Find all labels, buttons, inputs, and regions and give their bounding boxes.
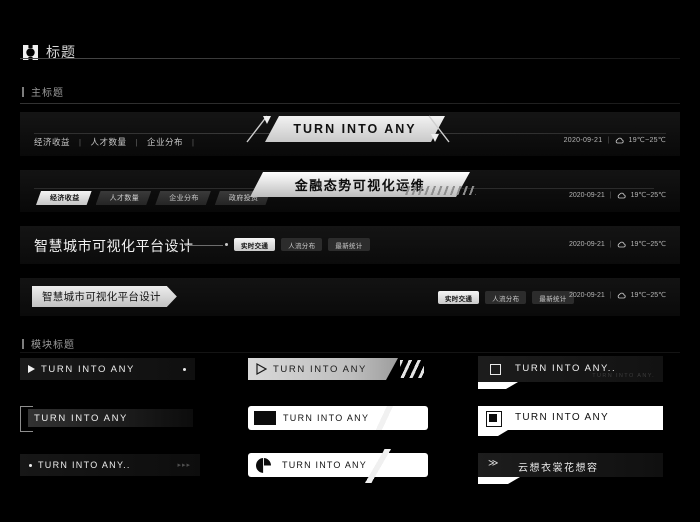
banner4-pill-group[interactable]: 实时交通 人流分布 最新统计 (438, 291, 574, 304)
pill-zuixintongji[interactable]: 最新统计 (532, 291, 574, 304)
module-label: TURN INTO ANY.. (38, 460, 131, 470)
meta-separator: | (609, 291, 612, 299)
module-label: TURN INTO ANY (515, 412, 609, 423)
module-label: TURN INTO ANY (273, 364, 367, 375)
temperature-text: 19℃~25℃ (630, 192, 666, 199)
banner1-title: TURN INTO ANY (293, 122, 417, 136)
section-divider-module (20, 352, 680, 353)
banner-title-pills: 智慧城市可视化平台设计 〉 实时交通 人流分布 最新统计 2020-09-21 … (20, 226, 680, 264)
banner4-meta: 2020-09-21 | 19℃~25℃ (568, 291, 666, 300)
module-card-1[interactable]: TURN INTO ANY (20, 358, 195, 380)
date-text: 2020-09-21 (568, 191, 605, 199)
module-label: TURN INTO ANY (282, 460, 367, 470)
module-label: TURN INTO ANY (41, 364, 135, 375)
cloud-icon (617, 241, 626, 247)
pill-shishijiaotong[interactable]: 实时交通 (234, 238, 276, 251)
cloud-icon (617, 292, 626, 298)
tab-qiyefenbu[interactable]: 企业分布 (155, 191, 211, 205)
section-divider-main (20, 103, 680, 104)
module-label: TURN INTO ANY (34, 413, 128, 424)
tab-jingjishouyi[interactable]: 经济收益 (36, 191, 92, 205)
banner1-title-plate: TURN INTO ANY (246, 115, 450, 144)
module-card-2[interactable]: TURN INTO ANY (248, 358, 424, 380)
banner1-menu-item-0[interactable]: 经济收益 (34, 137, 70, 147)
meta-separator: | (609, 191, 612, 199)
page-title: 标题 (46, 44, 76, 60)
menu-separator: | (191, 137, 195, 147)
pill-renliufenbu[interactable]: 人流分布 (281, 238, 323, 251)
section-tick (22, 87, 24, 97)
banner1-menu[interactable]: 经济收益 | 人才数量 | 企业分布 | (34, 136, 201, 148)
banner-nav-tabs: 经济收益 人才数量 企业分布 政府投资 金融态势可视化运维 2020-09-21… (20, 170, 680, 212)
module-card-6[interactable]: TURN INTO ANY (478, 406, 663, 436)
banner2-tab-group[interactable]: 经济收益 人才数量 企业分布 政府投资 (36, 191, 270, 205)
banner1-menu-item-1[interactable]: 人才数量 (90, 137, 126, 147)
connector-dot (225, 243, 228, 246)
header-divider (20, 58, 680, 59)
temperature-text: 19℃~25℃ (628, 137, 666, 144)
bullet-dot-icon (29, 463, 32, 467)
banner4-title: 智慧城市可视化平台设计 (32, 286, 177, 307)
play-filled-icon (28, 365, 35, 373)
top-bar: 标题 (0, 18, 700, 61)
banner1-menu-item-2[interactable]: 企业分布 (147, 137, 183, 147)
banner-nav-simple: 经济收益 | 人才数量 | 企业分布 | TURN INTO ANY 2020-… (20, 112, 680, 156)
module-card-3[interactable]: TURN INTO ANY.. TURN INTO ANY. (478, 356, 663, 389)
triple-slash-decor (400, 360, 424, 378)
module-label: 云想衣裳花想容 (518, 463, 599, 474)
dot-indicator-icon (183, 367, 186, 371)
temperature-text: 19℃~25℃ (630, 292, 666, 299)
meta-separator: | (609, 240, 612, 248)
section-tick (22, 339, 24, 349)
notch-accent (478, 382, 518, 389)
tab-rencaishuliang[interactable]: 人才数量 (96, 191, 152, 205)
banner3-meta: 2020-09-21 | 19℃~25℃ (568, 240, 666, 249)
connector-line (185, 245, 223, 246)
date-text: 2020-09-21 (568, 291, 605, 299)
square-filled-icon (489, 414, 497, 422)
menu-separator: | (135, 137, 139, 147)
chevron-right-icon: 〉 (172, 242, 183, 254)
module-card-8[interactable]: TURN INTO ANY (248, 449, 428, 483)
date-text: 2020-09-21 (568, 240, 605, 248)
temperature-text: 19℃~25℃ (630, 241, 666, 248)
pie-half-icon (256, 457, 272, 474)
cloud-icon (615, 137, 624, 143)
banner1-meta: 2020-09-21 | 19℃~25℃ (563, 136, 666, 145)
module-card-5[interactable]: TURN INTO ANY (248, 406, 428, 430)
banner2-meta: 2020-09-21 | 19℃~25℃ (568, 191, 666, 200)
app-root: 标题 主标题 经济收益 | 人才数量 | 企业分布 | TURN INTO AN… (0, 0, 700, 522)
double-chevron-icon: ≫ (488, 458, 499, 469)
right-wing-decor (428, 115, 450, 143)
block-filled-icon (254, 411, 276, 425)
hatch-decor (402, 186, 476, 195)
play-outline-icon (256, 363, 267, 375)
banner3-pill-group[interactable]: 实时交通 人流分布 最新统计 (234, 238, 370, 251)
pill-zuixintongji[interactable]: 最新统计 (328, 238, 370, 251)
meta-separator: | (607, 136, 610, 144)
square-outline-icon (490, 364, 501, 375)
module-card-9[interactable]: ≫ 云想衣裳花想容 (478, 453, 663, 484)
menu-separator: | (78, 137, 82, 147)
notch-accent (478, 430, 508, 436)
module-label: TURN INTO ANY (283, 413, 370, 423)
date-text: 2020-09-21 (563, 136, 603, 144)
section-label-module-title: 模块标题 (22, 336, 75, 351)
cloud-icon (617, 192, 626, 198)
triple-chevron-icon: ▸▸▸ (177, 462, 191, 469)
module-card-7[interactable]: TURN INTO ANY.. ▸▸▸ (20, 454, 200, 476)
module-card-4[interactable]: TURN INTO ANY (20, 406, 200, 432)
module-subtitle: TURN INTO ANY. (592, 373, 655, 379)
bracket-corner-icon (20, 406, 33, 432)
pill-shishijiaotong[interactable]: 实时交通 (438, 291, 480, 304)
banner3-title: 智慧城市可视化平台设计 (34, 238, 194, 254)
pill-renliufenbu[interactable]: 人流分布 (485, 291, 527, 304)
notch-accent (478, 477, 520, 484)
banner-plate-pills: 智慧城市可视化平台设计 实时交通 人流分布 最新统计 2020-09-21 | … (20, 278, 680, 316)
section-label-main-title: 主标题 (22, 84, 64, 99)
